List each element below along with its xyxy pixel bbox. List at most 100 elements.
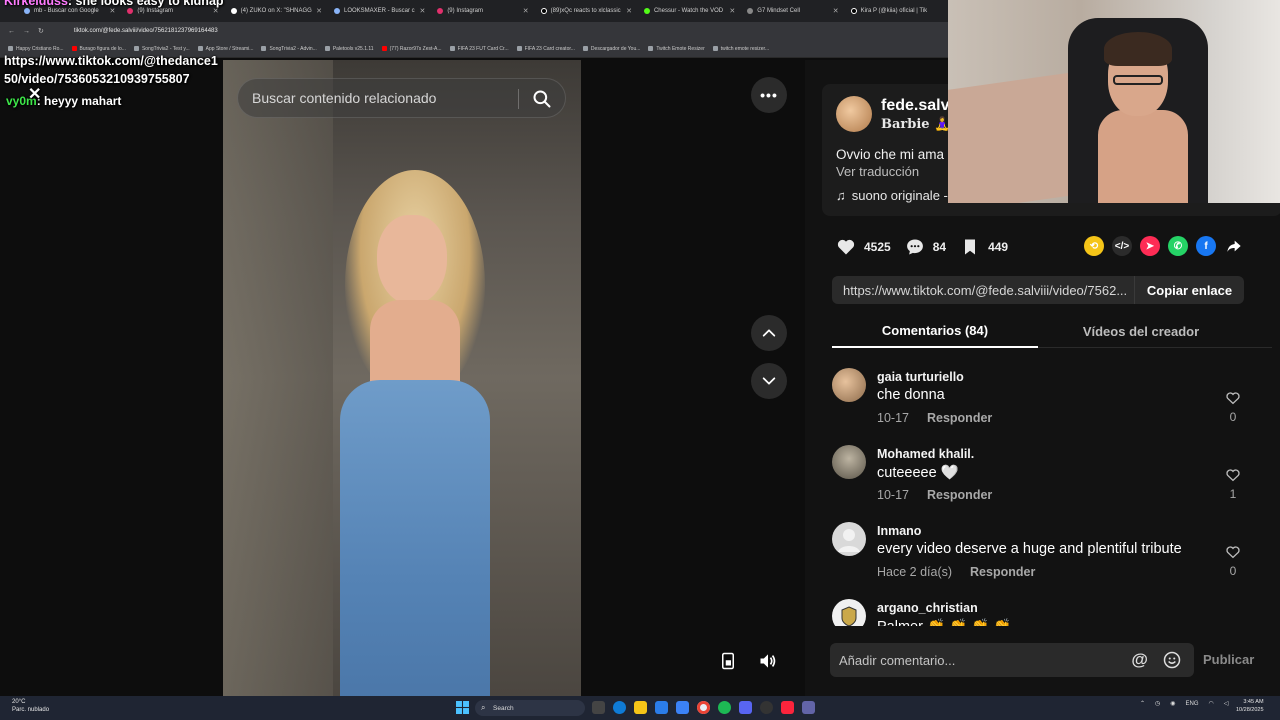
discord-icon[interactable] [739,701,752,714]
reply-button[interactable]: Responder [927,411,992,425]
file-explorer-icon[interactable] [634,701,647,714]
weather-widget[interactable]: 20°C Parc. nublado [12,698,49,714]
store-icon[interactable] [655,701,668,714]
browser-tab[interactable]: (4) ZUKO on X: "SHNAGG ✕ [225,2,328,20]
tab-close-icon[interactable]: ✕ [833,7,839,15]
bookmark-icon [965,239,976,255]
comment-input[interactable]: Añadir comentario... @ [830,643,1194,677]
share-arrow-icon[interactable] [1224,236,1244,256]
tray-chevron-icon[interactable]: ⌃ [1140,700,1145,707]
reply-button[interactable]: Responder [927,488,992,502]
commenter-name[interactable]: gaia turturiello [877,370,964,384]
author-avatar[interactable] [836,96,872,132]
comment-like-icon[interactable] [1225,544,1241,560]
tab-close-icon[interactable]: ✕ [316,7,322,15]
next-video-button[interactable] [751,363,787,399]
tab-close-icon[interactable]: ✕ [626,7,632,15]
browser-tab[interactable]: LOOKSMAXER - Buscar c ✕ [328,2,431,20]
pip-button[interactable] [713,646,743,676]
post-link[interactable]: https://www.tiktok.com/@fede.salviii/vid… [832,283,1132,298]
close-icon[interactable]: ✕ [28,86,41,104]
subject-face [377,215,447,305]
tray-app-icon[interactable]: ◷ [1155,700,1160,707]
url-field[interactable]: tiktok.com/@fede.salviii/video/756218123… [74,28,218,34]
previous-video-button[interactable] [751,315,787,351]
tab-creator-videos[interactable]: Vídeos del creador [1038,314,1244,348]
bookmark-item[interactable]: App Store / Streami... [197,46,253,52]
commenter-name[interactable]: argano_christian [877,601,978,615]
commenter-avatar[interactable] [832,368,866,402]
taskbar-search[interactable]: ⌕ Search [475,700,585,716]
spotify-icon[interactable] [718,701,731,714]
like-button[interactable]: 4525 [836,237,891,257]
comment-like-icon[interactable] [1225,390,1241,406]
bookmark-item[interactable]: Paletools v25.1.11 [324,46,374,52]
search-icon[interactable] [532,89,552,109]
tab-close-icon[interactable]: ✕ [419,7,425,15]
tray-app-icon[interactable]: ◉ [1170,700,1175,707]
bookmark-item[interactable]: Twitch Emote Resizer [648,46,705,52]
commenter-avatar[interactable] [832,599,866,626]
obs-icon[interactable] [760,701,773,714]
save-button[interactable]: 449 [960,237,1008,257]
embed-icon[interactable]: </> [1112,236,1132,256]
bookmark-item[interactable]: Descargador de You... [582,46,640,52]
browser-tab[interactable]: (9) Instagram ✕ [431,2,534,20]
facebook-icon[interactable]: f [1196,236,1216,256]
comment-tabs: Comentarios (84) Vídeos del creador [832,314,1272,348]
tab-close-icon[interactable]: ✕ [523,7,529,15]
comment-like-icon[interactable] [1225,467,1241,483]
commenter-avatar[interactable] [832,522,866,556]
send-icon[interactable]: ➤ [1140,236,1160,256]
teams-icon[interactable] [802,701,815,714]
translate-link[interactable]: Ver traducción [836,164,919,179]
browser-tab[interactable]: (89)xQc reacts to xlclassic ✕ [535,2,638,20]
comment-button[interactable]: 84 [905,237,946,257]
chrome-icon[interactable] [697,701,710,714]
forward-icon[interactable]: → [23,28,30,35]
reply-button[interactable]: Responder [970,565,1035,579]
lang-indicator[interactable]: ENG [1186,701,1199,707]
publish-button[interactable]: Publicar [1203,652,1254,667]
mention-icon[interactable]: @ [1131,650,1148,670]
bookmark-item[interactable]: SongTrivia2 - Test y... [133,46,190,52]
sound-link[interactable]: ♫ suono originale - [836,188,948,203]
bookmark-item[interactable]: Burago figura de lo... [71,46,126,52]
bookmark-item[interactable]: Happy Cristiano Ro... [8,46,64,52]
commenter-avatar[interactable] [832,445,866,479]
edge-icon[interactable] [613,701,626,714]
copy-link-button[interactable]: Copiar enlace [1134,276,1244,304]
speaker-icon[interactable]: ◁ [1224,700,1229,707]
emoji-icon[interactable] [1163,651,1181,669]
bookmark-item[interactable]: (77) Razor97s Zest-A... [381,46,442,52]
wifi-icon[interactable]: ◠ [1209,700,1214,707]
bookmark-item[interactable]: SongTrivia2 - Advin... [261,46,317,52]
tab-close-icon[interactable]: ✕ [729,7,735,15]
subject-dress [340,380,490,696]
clock[interactable]: 3:45 AM 10/28/2025 [1236,698,1264,714]
bookmark-item[interactable]: FIFA 23 Card creator... [516,46,575,52]
video-player[interactable] [223,60,581,696]
browser-tab[interactable]: Kira P (@kiia) oficial | Tik [845,2,948,20]
bookmark-item[interactable]: FIFA 23 FUT Card Cr... [449,46,509,52]
browser-tab[interactable]: G7 Mindset Cell ✕ [741,2,844,20]
back-icon[interactable]: ← [8,28,15,35]
more-options-button[interactable]: ••• [751,77,787,113]
bookmark-item[interactable]: twitch emote resizer... [712,46,769,52]
related-search-input[interactable]: Buscar contenido relacionado [237,78,566,118]
whatsapp-icon[interactable]: ✆ [1168,236,1188,256]
windows-start-icon[interactable] [456,701,469,714]
mail-icon[interactable] [676,701,689,714]
repost-icon[interactable]: ⟲ [1084,236,1104,256]
music-icon[interactable] [781,701,794,714]
music-note-icon: ♫ [836,188,846,203]
commenter-name[interactable]: Mohamed khalil. [877,447,974,461]
volume-button[interactable] [753,646,783,676]
reload-icon[interactable]: ↻ [38,27,44,35]
author-name[interactable]: fede.salvi [881,97,954,115]
tab-comments[interactable]: Comentarios (84) [832,314,1038,348]
commenter-name[interactable]: Inmano [877,524,921,538]
task-view-icon[interactable] [592,701,605,714]
tab-favicon-icon [747,8,754,14]
browser-tab[interactable]: Chessur - Watch the VOD ✕ [638,2,741,20]
